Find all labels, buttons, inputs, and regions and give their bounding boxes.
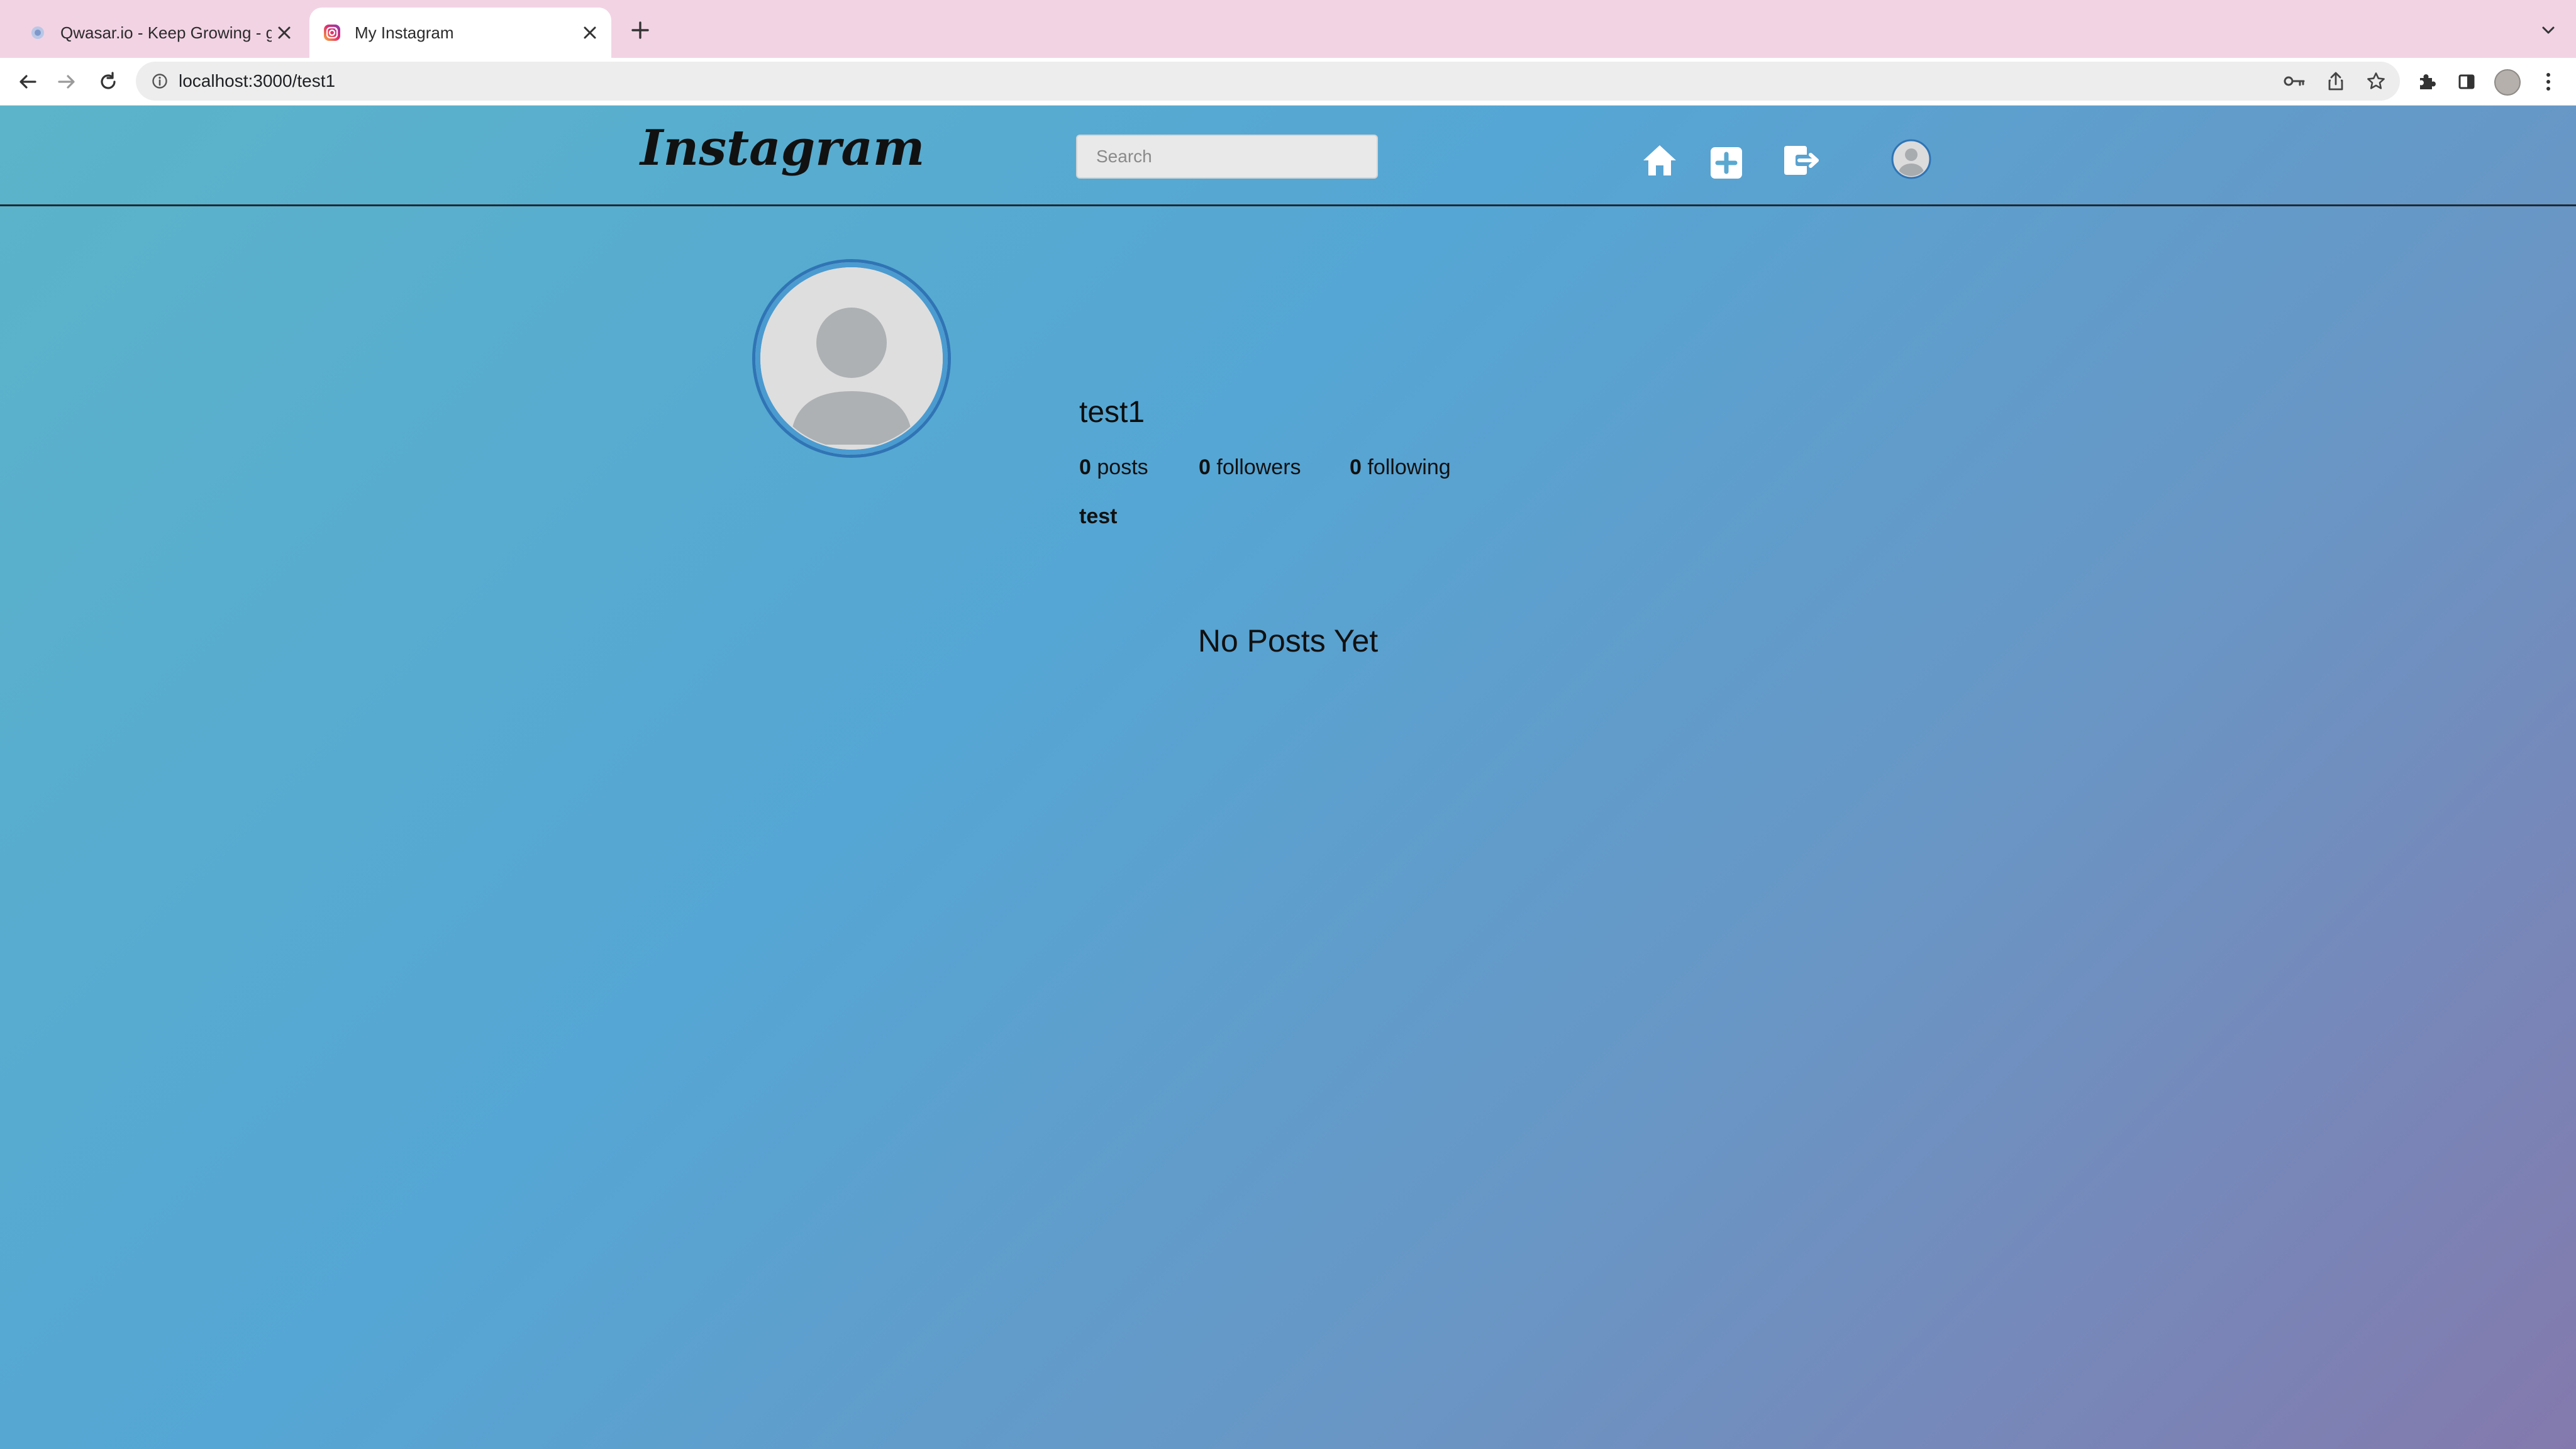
profile-avatar[interactable] <box>752 259 951 458</box>
new-tab-icon[interactable] <box>625 15 655 45</box>
close-tab-icon[interactable] <box>577 20 602 45</box>
tab-strip: Qwasar.io - Keep Growing - gu My Instagr… <box>0 0 2576 58</box>
following-count: 0 <box>1350 455 1362 479</box>
logout-icon[interactable] <box>1780 138 1824 182</box>
back-arrow-icon[interactable] <box>13 67 43 97</box>
url-text: localhost:3000/test1 <box>179 71 336 91</box>
profile-avatar-icon[interactable] <box>1889 137 1933 181</box>
more-menu-icon[interactable] <box>2533 67 2563 97</box>
close-tab-icon[interactable] <box>272 20 297 45</box>
browser-window: Qwasar.io - Keep Growing - gu My Instagr… <box>0 0 2576 1449</box>
tab-title: My Instagram <box>355 23 454 42</box>
bookmark-star-icon[interactable] <box>2362 70 2390 92</box>
posts-count: 0 <box>1079 455 1091 479</box>
empty-feed-message: No Posts Yet <box>1197 623 1379 658</box>
chevron-down-icon[interactable] <box>2534 16 2562 44</box>
search-input[interactable] <box>1076 135 1378 179</box>
app-header: Instagram <box>0 106 2576 206</box>
key-icon[interactable] <box>2280 70 2308 92</box>
tab-my-instagram[interactable]: My Instagram <box>309 8 611 58</box>
side-panel-icon[interactable] <box>2451 67 2482 97</box>
browser-toolbar: localhost:3000/test1 <box>0 58 2576 106</box>
site-info-icon[interactable] <box>150 71 170 91</box>
profile-username: test1 <box>1079 396 1145 429</box>
profile-bio: test <box>1079 504 1118 528</box>
extensions-puzzle-icon[interactable] <box>2411 67 2441 97</box>
share-icon[interactable] <box>2322 70 2350 92</box>
reload-icon[interactable] <box>93 67 123 97</box>
browser-profile-avatar[interactable] <box>2494 69 2521 96</box>
add-post-icon[interactable] <box>1704 141 1748 185</box>
page-body: Instagram Search test1 0 posts 0 followe… <box>0 106 2576 1449</box>
forward-arrow-icon[interactable] <box>52 67 82 97</box>
tab-qwasar[interactable]: Qwasar.io - Keep Growing - gu <box>15 8 306 58</box>
instagram-favicon-icon <box>322 23 342 43</box>
followers-stat[interactable]: 0 followers <box>1199 455 1301 480</box>
tab-title: Qwasar.io - Keep Growing - gu <box>60 23 272 42</box>
posts-stat: 0 posts <box>1079 455 1148 480</box>
qwasar-favicon-icon <box>28 23 48 43</box>
instagram-logo[interactable]: Instagram <box>640 119 924 177</box>
followers-label: followers <box>1216 455 1301 479</box>
address-bar[interactable]: localhost:3000/test1 <box>136 62 2400 101</box>
following-label: following <box>1367 455 1451 479</box>
posts-label: posts <box>1097 455 1148 479</box>
following-stat[interactable]: 0 following <box>1350 455 1451 480</box>
home-icon[interactable] <box>1638 138 1682 182</box>
followers-count: 0 <box>1199 455 1211 479</box>
